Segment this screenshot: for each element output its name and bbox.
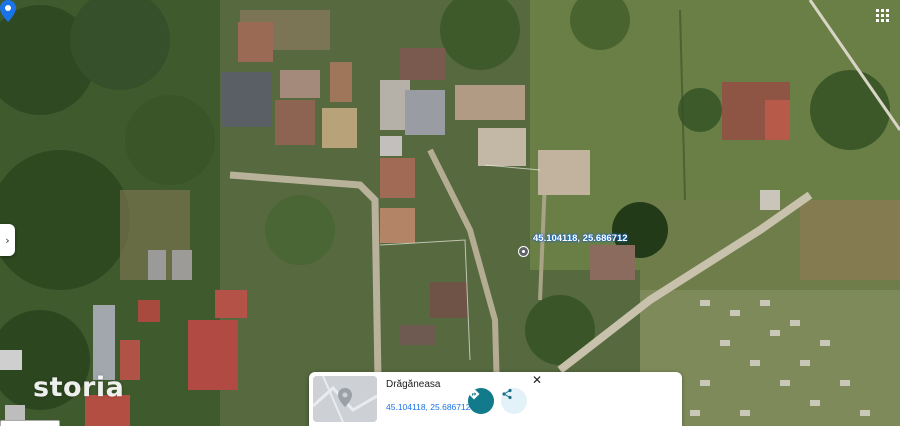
- share-button[interactable]: [501, 388, 527, 414]
- close-icon[interactable]: ✕: [532, 373, 542, 387]
- chevron-right-icon: ›: [5, 233, 10, 247]
- place-marker-icon[interactable]: [518, 246, 529, 257]
- side-panel-toggle[interactable]: ›: [0, 224, 15, 256]
- location-pin-icon[interactable]: [0, 0, 16, 22]
- apps-grid-icon[interactable]: [876, 9, 890, 23]
- place-title: Drăgăneasa: [386, 379, 441, 390]
- directions-icon: [468, 388, 480, 400]
- place-thumbnail[interactable]: [313, 376, 377, 422]
- directions-button[interactable]: [468, 388, 494, 414]
- share-icon: [502, 388, 512, 400]
- pin-coordinates-label: 45.104118, 25.686712: [533, 233, 628, 244]
- place-card[interactable]: Drăgăneasa 45.104118, 25.686712 ✕: [309, 372, 682, 426]
- satellite-map[interactable]: › 45.104118, 25.686712 storia Drăgăneasa…: [0, 0, 900, 426]
- map-corner-button[interactable]: [0, 420, 60, 426]
- place-coordinates[interactable]: 45.104118, 25.686712: [386, 402, 470, 412]
- satellite-imagery: [0, 0, 900, 426]
- storia-watermark: storia: [33, 372, 125, 403]
